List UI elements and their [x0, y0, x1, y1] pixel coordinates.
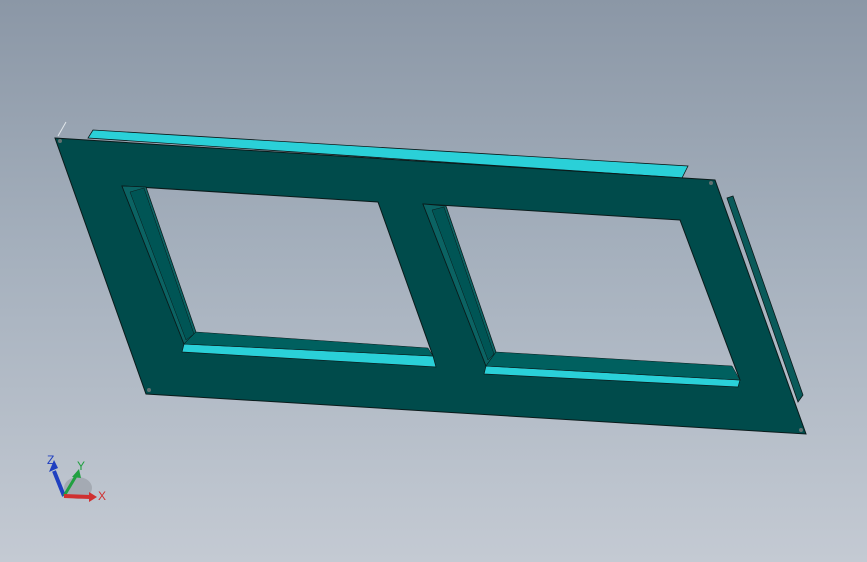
mount-hole: [799, 428, 803, 432]
x-axis: [63, 494, 91, 499]
mount-hole: [709, 181, 713, 185]
graphics-viewport[interactable]: Z Y X: [0, 0, 867, 562]
3d-model-view[interactable]: Z Y X: [0, 0, 867, 562]
y-axis-label: Y: [77, 459, 85, 473]
z-axis-label: Z: [47, 453, 54, 467]
origin-marker: [57, 121, 67, 137]
x-axis-arrow: [89, 492, 97, 502]
axis-triad-icon[interactable]: Z Y X: [47, 453, 106, 503]
mount-hole: [147, 388, 151, 392]
mount-hole: [58, 139, 62, 143]
z-axis: [52, 470, 66, 497]
x-axis-label: X: [98, 489, 106, 503]
